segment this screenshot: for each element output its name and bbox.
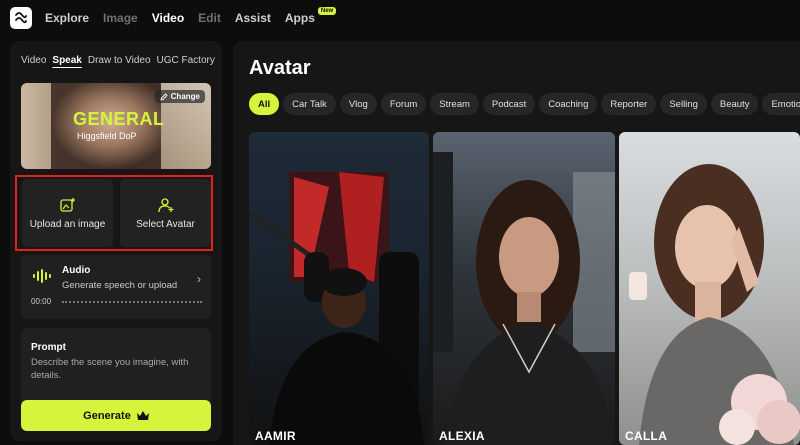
chip-all[interactable]: All (249, 93, 280, 115)
chip-stream[interactable]: Stream (430, 93, 479, 115)
audio-time: 00:00 (31, 297, 52, 306)
subtab-speak[interactable]: Speak (52, 55, 81, 66)
change-button[interactable]: Change (154, 90, 205, 103)
pencil-icon (160, 92, 168, 101)
chip-forum[interactable]: Forum (380, 93, 427, 115)
chip-vlog[interactable]: Vlog (339, 93, 377, 115)
nav-assist[interactable]: Assist (235, 11, 271, 25)
nav-edit[interactable]: Edit (198, 11, 221, 25)
avatar-photo (629, 164, 800, 445)
model-preview-image[interactable]: GENERAL Higgsfield DoP Change (21, 83, 211, 169)
audio-progress-track[interactable] (62, 301, 202, 303)
subtab-draw-to-video[interactable]: Draw to Video (88, 55, 151, 66)
avatar-card[interactable]: AAMIR (249, 132, 429, 445)
nav-explore[interactable]: Explore (45, 11, 89, 25)
generate-button[interactable]: Generate (21, 400, 211, 431)
avatar-name: AAMIR (255, 429, 296, 443)
avatar-photo (249, 172, 424, 445)
chevron-right-icon[interactable]: › (197, 272, 201, 286)
chip-selling[interactable]: Selling (660, 93, 707, 115)
chip-reporter[interactable]: Reporter (601, 93, 657, 115)
prompt-placeholder: Describe the scene you imagine, with det… (31, 357, 189, 381)
chip-beauty[interactable]: Beauty (710, 93, 759, 115)
nav-apps-label: Apps (284, 11, 315, 25)
generate-label: Generate (83, 409, 131, 422)
waveform-icon (33, 269, 51, 283)
chip-emotions[interactable]: Emotions (762, 93, 800, 115)
audio-title: Audio (62, 265, 91, 276)
audio-section[interactable]: Audio Generate speech or upload › 00:00 (21, 255, 211, 319)
avatar-card[interactable]: ALEXIA (433, 132, 615, 445)
chip-coaching[interactable]: Coaching (539, 93, 598, 115)
highlight-box (15, 175, 213, 251)
audio-subtitle: Generate speech or upload (62, 280, 178, 291)
prompt-title: Prompt (31, 342, 66, 353)
chip-podcast[interactable]: Podcast (482, 93, 536, 115)
page-title: Avatar (249, 57, 311, 79)
mode-subtabs: Video Speak Draw to Video UGC Factory (21, 55, 215, 66)
avatar-name: CALLA (625, 429, 668, 443)
subtab-ugc-factory[interactable]: UGC Factory (157, 55, 215, 66)
higgsfield-logo-icon[interactable] (10, 7, 32, 29)
subtab-video[interactable]: Video (21, 55, 46, 66)
chip-car-talk[interactable]: Car Talk (283, 93, 336, 115)
nav-image[interactable]: Image (103, 11, 138, 25)
nav-apps[interactable]: Apps New (284, 7, 337, 25)
change-label: Change (170, 92, 200, 101)
prompt-input[interactable]: Prompt Describe the scene you imagine, w… (21, 328, 211, 404)
avatar-photo (433, 152, 615, 445)
top-nav-bar: Explore Image Video Edit Assist Apps New (0, 0, 800, 36)
new-badge: New (317, 7, 337, 15)
avatar-name: ALEXIA (439, 429, 485, 443)
nav-video[interactable]: Video (152, 11, 184, 25)
crown-icon (136, 410, 149, 420)
preview-title: GENERAL (73, 109, 165, 129)
category-chips: All Car Talk Vlog Forum Stream Podcast C… (249, 93, 800, 115)
avatar-card[interactable]: CALLA (619, 132, 800, 445)
main-nav: Explore Image Video Edit Assist Apps New (45, 0, 350, 36)
avatar-main-panel: Avatar All Car Talk Vlog Forum Stream Po… (233, 41, 800, 445)
preview-subtitle: Higgsfield DoP (77, 131, 137, 141)
